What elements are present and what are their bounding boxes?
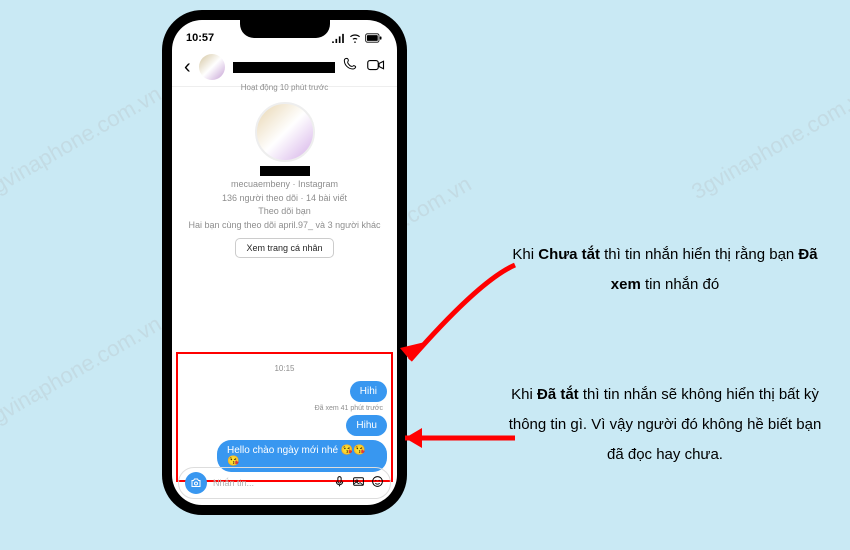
watermark: 3gvinaphone.com.vn (0, 311, 166, 435)
highlight-box (176, 352, 393, 482)
annotation-arrow-2 (390, 420, 520, 460)
chat-header: ‹ (172, 50, 397, 87)
header-avatar[interactable] (199, 54, 225, 80)
profile-mutuals: Hai bạn cùng theo dõi april.97_ và 3 ngư… (182, 219, 387, 233)
watermark: 3gvinaphone.com.vn (687, 81, 850, 205)
profile-follow-status: Theo dõi bạn (182, 205, 387, 219)
profile-avatar[interactable] (255, 102, 315, 162)
wifi-icon (348, 33, 362, 43)
signal-icon (331, 33, 345, 43)
phone-notch (240, 20, 330, 38)
status-time: 10:57 (186, 32, 214, 44)
profile-name-censored (260, 166, 310, 176)
header-activity: Hoạt động 10 phút trước (172, 83, 397, 96)
phone-frame: 10:57 ‹ Hoạt động 10 phút trước mecuaemb… (162, 10, 407, 515)
header-name-censored (233, 62, 335, 73)
sticker-icon[interactable] (371, 475, 384, 491)
mic-icon[interactable] (333, 475, 346, 491)
annotation-1: Khi Chưa tắt thì tin nhắn hiển thị rằng … (505, 240, 825, 300)
annotation-arrow-1 (390, 260, 520, 380)
message-composer: Nhắn tin... (178, 467, 391, 499)
audio-call-icon[interactable] (343, 57, 359, 78)
profile-section: mecuaembeny · Instagram 136 người theo d… (172, 96, 397, 262)
photo-icon[interactable] (352, 475, 365, 491)
watermark: 3gvinaphone.com.vn (0, 81, 166, 205)
camera-button[interactable] (185, 472, 207, 494)
back-icon[interactable]: ‹ (184, 56, 191, 79)
annotation-2: Khi Đã tắt thì tin nhắn sẽ không hiển th… (505, 380, 825, 470)
video-call-icon[interactable] (367, 58, 385, 77)
profile-stats: 136 người theo dõi · 14 bài viết (182, 192, 387, 206)
profile-handle: mecuaembeny · Instagram (182, 178, 387, 192)
message-input[interactable]: Nhắn tin... (213, 478, 327, 488)
battery-icon (365, 33, 383, 43)
phone-screen: 10:57 ‹ Hoạt động 10 phút trước mecuaemb… (172, 20, 397, 505)
chat-area: 10:15 Hihi Đã xem 41 phút trước Hihu Hel… (172, 352, 397, 480)
view-profile-button[interactable]: Xem trang cá nhân (235, 238, 333, 258)
